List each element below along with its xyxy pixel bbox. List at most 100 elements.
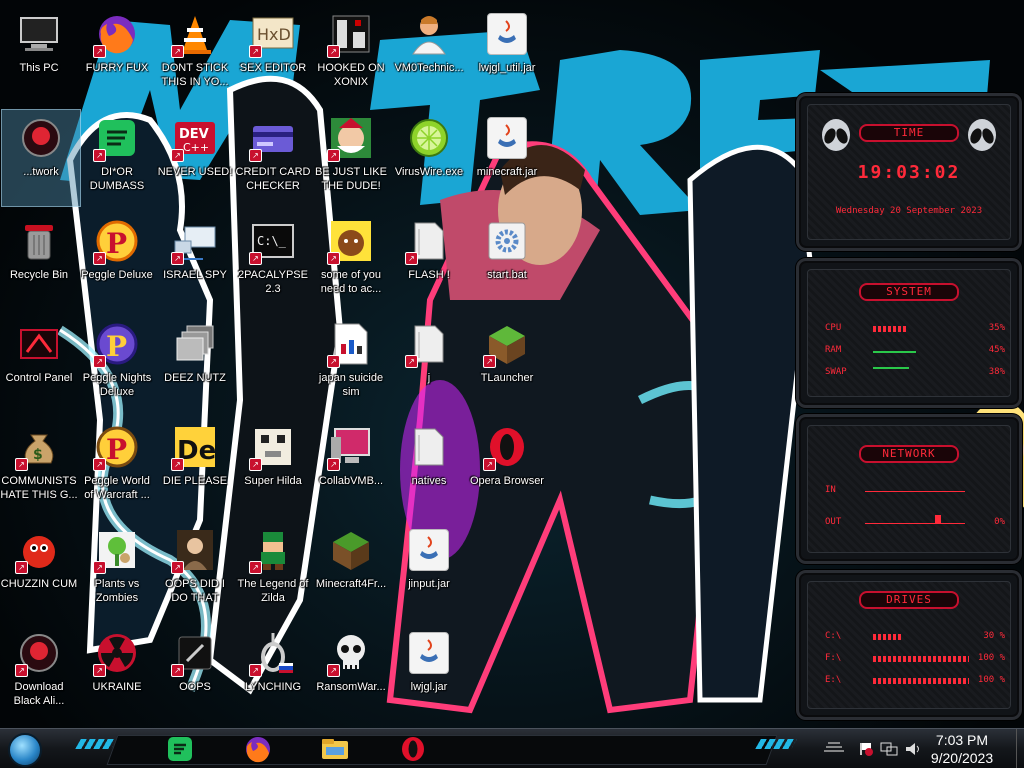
deez-nutz-icon[interactable]: DEEZ NUTZ — [156, 316, 234, 412]
svg-text:$: $ — [33, 447, 43, 463]
icon-label: COMMUNISTS HATE THIS G... — [0, 475, 78, 501]
some-of-you-icon[interactable]: ↗ some of you need to ac... — [312, 213, 390, 309]
icon-label: minecraft.jar — [476, 166, 538, 178]
start-bat-icon[interactable]: start.bat — [468, 213, 546, 309]
pixel-hero-icon: ↗ — [249, 528, 295, 574]
icon-label: 2PACALYPSE 2.3 — [238, 269, 308, 295]
dont-stick-icon[interactable]: ↗ DONT STICK THIS IN YO... — [156, 6, 234, 102]
ransomware-icon[interactable]: ↗ RansomWar... — [312, 625, 390, 721]
monitor-icon: ↗ — [327, 425, 373, 471]
lwjgl-util-jar-icon[interactable]: lwjgl_util.jar — [468, 6, 546, 102]
peggle-nights-icon[interactable]: P ↗ Peggle Nights Deluxe — [78, 316, 156, 412]
minecraft4free-icon[interactable]: Minecraft4Fr... — [312, 522, 390, 618]
svg-text:P: P — [106, 227, 127, 260]
natives-icon[interactable]: natives — [390, 419, 468, 515]
chuzzin-cum-icon[interactable]: ↗ CHUZZIN CUM — [0, 522, 78, 618]
skull-icon: ↗ — [327, 631, 373, 677]
icon-label: DIE PLEASE — [162, 475, 228, 487]
metric-value: 0% — [994, 517, 1005, 527]
network-icon[interactable]: ...twork — [1, 109, 81, 207]
jinput-jar-icon[interactable]: jinput.jar — [390, 522, 468, 618]
legend-of-zilda-icon[interactable]: ↗ The Legend of Zilda — [234, 522, 312, 618]
drive-row-e: E:\ 100 % — [825, 675, 1005, 689]
die-please-icon[interactable]: De ↗ DIE PLEASE — [156, 419, 234, 515]
svg-text:P: P — [106, 330, 127, 363]
j-file-icon[interactable]: ↗ j — [390, 316, 468, 412]
icon-label: Recycle Bin — [9, 269, 69, 281]
dior-dumbass-icon[interactable]: ↗ DI*OR DUMBASS — [78, 110, 156, 206]
flag-icon[interactable] — [858, 741, 874, 760]
firefox-icon[interactable] — [241, 733, 275, 765]
show-hidden-icons-button[interactable] — [822, 739, 846, 753]
de-logo-icon: De ↗ — [171, 425, 217, 471]
oops-icon[interactable]: ↗ OOPS — [156, 625, 234, 721]
lynching-icon[interactable]: ↗ LYNCHING — [234, 625, 312, 721]
israel-spy-icon[interactable]: ↗ ISRAEL SPY — [156, 213, 234, 309]
opera-icon[interactable] — [396, 733, 430, 765]
communists-icon[interactable]: $ ↗ COMMUNISTS HATE THIS G... — [0, 419, 78, 515]
japan-suicide-sim-icon[interactable]: ↗ japan suicide sim — [312, 316, 390, 412]
recycle-bin-icon[interactable]: Recycle Bin — [0, 213, 78, 309]
portrait-icon: ↗ — [171, 528, 217, 574]
icon-label: CREDIT CARD CHECKER — [235, 166, 311, 192]
java-jar-icon — [485, 12, 529, 56]
credit-card-checker-icon[interactable]: ↗ CREDIT CARD CHECKER — [234, 110, 312, 206]
start-orb-button[interactable] — [8, 733, 42, 767]
peggle-wow-icon[interactable]: P ↗ Peggle World of Warcraft ... — [78, 419, 156, 515]
icon-label: HOOKED ON XONIX — [317, 62, 385, 88]
icon-label: The Legend of Zilda — [237, 578, 309, 604]
blank-file-icon: ↗ — [405, 219, 451, 265]
control-panel-icon[interactable]: Control Panel — [0, 316, 78, 412]
file-explorer-icon[interactable] — [318, 733, 352, 765]
sex-editor-icon[interactable]: HxD ↗ SEX EDITOR — [234, 6, 312, 102]
icon-label: start.bat — [487, 269, 527, 281]
icon-label: Control Panel — [5, 372, 73, 384]
download-black-alien-icon[interactable]: ↗ Download Black Ali... — [0, 625, 78, 721]
peggle-logo-icon: P ↗ — [93, 219, 139, 265]
super-hilda-icon[interactable]: ↗ Super Hilda — [234, 419, 312, 515]
network-widget: NETWORK IN OUT 0% — [796, 414, 1022, 564]
taskbar-clock[interactable]: 7:03 PM 9/20/2023 — [922, 731, 1002, 767]
icon-label: j — [427, 372, 431, 384]
icon-label: DONT STICK THIS IN YO... — [161, 62, 229, 88]
show-desktop-button[interactable] — [1016, 729, 1024, 768]
network-out-spike — [935, 515, 941, 523]
icon-label: OOPS — [179, 681, 211, 693]
drives-widget-title: DRIVES — [859, 591, 959, 609]
icon-label: FURRY FUX — [85, 62, 149, 74]
metric-bar — [873, 351, 916, 353]
network-status-icon[interactable] — [880, 741, 898, 760]
lwjgl-jar-icon[interactable]: lwjgl.jar — [390, 625, 468, 721]
hooked-on-xonix-icon[interactable]: ↗ HOOKED ON XONIX — [312, 6, 390, 102]
minecraft-jar-icon[interactable]: minecraft.jar — [468, 110, 546, 206]
system-widget-title: SYSTEM — [859, 283, 959, 301]
icon-label: BE JUST LIKE THE DUDE! — [315, 166, 387, 192]
never-used-icon[interactable]: DEV C++ ↗ NEVER USED! — [156, 110, 234, 206]
volume-icon[interactable] — [904, 741, 922, 760]
plants-vs-zombies-icon[interactable]: ↗ Plants vs Zombies — [78, 522, 156, 618]
viruswire-icon[interactable]: VirusWire.exe — [390, 110, 468, 206]
metric-label: SWAP — [825, 367, 847, 377]
taskbar-decoration — [755, 739, 797, 749]
be-just-like-the-dude-icon[interactable]: ↗ BE JUST LIKE THE DUDE! — [312, 110, 390, 206]
collabvm-icon[interactable]: ↗ CollabVMB... — [312, 419, 390, 515]
network-drive-icon: ↗ — [171, 219, 217, 265]
drive-label: F:\ — [825, 653, 842, 663]
drive-value: 30 % — [983, 631, 1005, 641]
taskbar-decoration — [75, 739, 117, 749]
peggle-deluxe-icon[interactable]: P ↗ Peggle Deluxe — [78, 213, 156, 309]
tlauncher-icon[interactable]: ↗ TLauncher — [468, 316, 546, 412]
this-pc-icon[interactable]: This PC — [0, 6, 78, 102]
furry-fux-icon[interactable]: ↗ FURRY FUX — [78, 6, 156, 102]
icon-label: VM0Technic... — [394, 62, 464, 74]
blank-file-icon: ↗ — [405, 322, 451, 368]
drive-usage-bar — [873, 634, 902, 640]
oops-did-i-do-that-icon[interactable]: ↗ OOPS DID I DO THAT — [156, 522, 234, 618]
network-in-line — [865, 491, 965, 492]
ukraine-icon[interactable]: ↗ UKRAINE — [78, 625, 156, 721]
flash-icon[interactable]: ↗ FLASH ! — [390, 213, 468, 309]
opera-browser-icon[interactable]: ↗ Opera Browser — [468, 419, 546, 515]
vm0technic-icon[interactable]: VM0Technic... — [390, 6, 468, 102]
2pacalypse-icon[interactable]: C:\_ ↗ 2PACALYPSE 2.3 — [234, 213, 312, 309]
spotify-icon[interactable] — [163, 733, 197, 765]
